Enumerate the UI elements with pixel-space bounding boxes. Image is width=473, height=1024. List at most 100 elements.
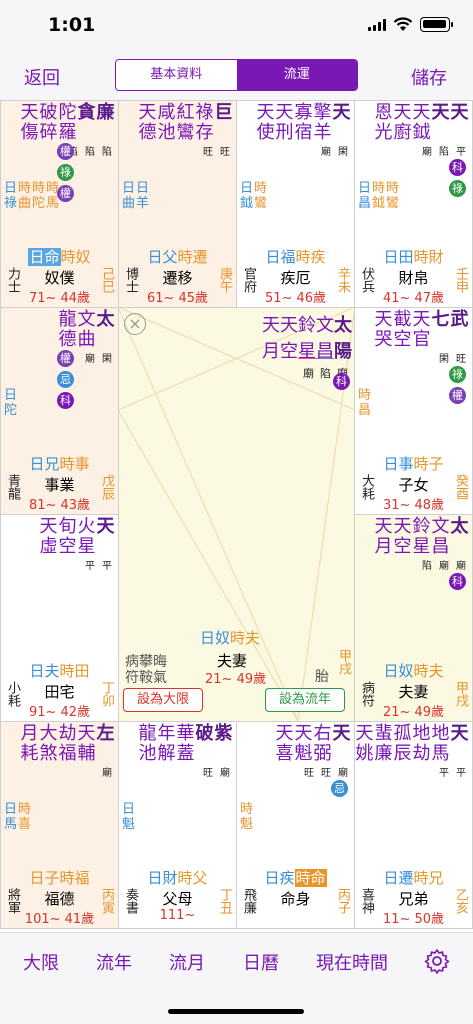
palace-cell[interactable]: 武七天官截空天哭閑旺祿權時昌日事時子 子女 31~ 48歲 大耗 癸酉 xyxy=(354,307,473,515)
palace-label: 日命時奴 xyxy=(28,248,91,266)
palace-cell[interactable]: 天擎羊寡宿天刑天使廟閑日鉞時鸞日福時疾 疾厄 51~ 46歲 官府 辛未 xyxy=(236,100,355,308)
ke-badge: 科 xyxy=(333,373,350,390)
close-icon[interactable]: × xyxy=(124,313,146,335)
save-button[interactable]: 儲存 xyxy=(411,64,447,90)
palace-label: 日事時子 xyxy=(383,455,444,473)
palace-cell[interactable]: 太文曲龍德廟閑權忌科日陀日兄時事 事業 81~ 43歲 青龍 戊辰 xyxy=(0,307,119,515)
hua-badge: 科 xyxy=(57,392,74,409)
palace-cell[interactable]: 天右弼天魁天喜旺旺廟忌時魁日疾時命 命身 飛廉 丙子 xyxy=(236,721,355,929)
minor-star: 文昌 xyxy=(431,516,450,557)
star-list: 左天輔劫福大煞月耗 xyxy=(20,724,115,764)
back-button[interactable]: 返回 xyxy=(24,64,60,90)
minor-star: 大煞 xyxy=(39,723,58,764)
tab-liunian[interactable]: 流年 xyxy=(96,949,132,975)
minor-star: 龍池 xyxy=(138,723,157,764)
center-stem: 甲戌 xyxy=(336,649,351,675)
palace-cell[interactable]: 廉貪陀羅破碎天傷陷陷陷權祿權日祿時曲時陀時馬日命時奴奴僕71~ 44歲力士己巳 xyxy=(0,100,119,308)
main-star: 武 xyxy=(450,309,469,330)
main-star: 破 xyxy=(195,723,214,744)
minor-star: 天傷 xyxy=(20,102,39,143)
minor-star: 擎羊 xyxy=(313,102,332,143)
god-label: 大耗 xyxy=(359,474,374,500)
minor-star: 天姚 xyxy=(355,723,374,764)
minor-star: 天月 xyxy=(374,516,393,557)
hua-badge: 祿 xyxy=(449,180,466,197)
main-star: 巨 xyxy=(214,102,233,123)
god-label: 伏兵 xyxy=(359,267,374,293)
main-star: 廉 xyxy=(96,102,115,123)
god-label: 官府 xyxy=(241,267,256,293)
hua-badge: 忌 xyxy=(331,780,348,797)
star-list: 天火星旬空天虛 xyxy=(39,517,115,557)
palace-cell[interactable]: 巨祿存紅鸞咸池天德旺旺日曲日羊日父時遷 遷移 61~ 45歲 博士 庚午 xyxy=(118,100,237,308)
god-label: 博士 xyxy=(123,267,138,293)
minor-star: 地劫 xyxy=(412,723,431,764)
hua-badge: 權 xyxy=(57,185,74,202)
god-label: 飛廉 xyxy=(241,888,256,914)
wifi-icon xyxy=(393,17,413,31)
main-star: 天 xyxy=(450,723,469,744)
palace-cell[interactable]: 天天天鉞天廚恩光廟陷平科祿日昌時鉞時鸞日田時財 財帛 41~ 47歲 伏兵 壬申 xyxy=(354,100,473,308)
star-list: 武七天官截空天哭 xyxy=(374,310,469,350)
center-taisui: 胎 xyxy=(315,669,329,685)
tab-liuyue[interactable]: 流月 xyxy=(169,949,205,975)
stem-branch: 戊辰 xyxy=(99,474,114,500)
tab-calendar[interactable]: 日曆 xyxy=(243,949,279,975)
minor-star: 寡宿 xyxy=(294,102,313,143)
period-stars: 日鉞時鸞 xyxy=(240,181,268,211)
palace-cell[interactable]: 天火星旬空天虛平平日夫時田 田宅 91~ 42歲 小耗 丁卯 xyxy=(0,514,119,722)
palace-label: 日福時疾 xyxy=(265,248,326,266)
star-list: 天擎羊寡宿天刑天使 xyxy=(256,103,351,143)
palace-label: 日夫時田 xyxy=(29,662,90,680)
minor-star: 年解 xyxy=(157,723,176,764)
home-indicator xyxy=(168,1009,304,1014)
center-stars-row2: 月空星昌陽 xyxy=(262,341,352,362)
gear-icon[interactable] xyxy=(424,948,450,974)
star-list: 廉貪陀羅破碎天傷 xyxy=(20,103,115,143)
tab-basic-info[interactable]: 基本資料 xyxy=(116,60,237,90)
stem-branch: 甲戌 xyxy=(453,681,468,707)
star-list: 太文曲龍德 xyxy=(58,310,115,350)
battery-icon xyxy=(420,17,453,32)
brightness-row: 旺旺廟 xyxy=(304,768,348,779)
palace-cell[interactable]: 紫破華蓋年解龍池旺廟日魁日財時父 父母 111~ 奏書 丁丑 xyxy=(118,721,237,929)
tab-daxian[interactable]: 大限 xyxy=(23,949,59,975)
main-star: 天 xyxy=(96,516,115,537)
minor-star: 地馬 xyxy=(431,723,450,764)
minor-star: 天空 xyxy=(393,516,412,557)
hua-badge: 忌 xyxy=(57,371,74,388)
minor-star: 紅鸞 xyxy=(176,102,195,143)
hua-badge: 科 xyxy=(449,159,466,176)
set-liunian-button[interactable]: 設為流年 xyxy=(265,688,345,712)
palace-cell[interactable]: 左天輔劫福大煞月耗廟日馬時喜日子時福 福德 101~ 41歲 將軍 丙寅 xyxy=(0,721,119,929)
center-stars-row1: 天天鈴文太 xyxy=(262,315,352,336)
brightness-row: 廟閑 xyxy=(85,354,112,365)
hua-badge: 權 xyxy=(449,387,466,404)
tab-now[interactable]: 現在時間 xyxy=(316,949,388,975)
minor-star: 月耗 xyxy=(20,723,39,764)
god-label: 喜神 xyxy=(359,888,374,914)
period-stars: 時昌 xyxy=(358,388,372,418)
palace-cell[interactable]: 天地馬地劫孤辰蜚廉天姚平平日遷時兄 兄弟 11~ 50歲 喜神 乙亥 xyxy=(354,721,473,929)
brightness-row: 陷廟廟 xyxy=(422,561,466,572)
minor-star: 恩光 xyxy=(374,102,393,143)
star-list: 太文昌鈴星天空天月 xyxy=(374,517,469,557)
minor-star: 咸池 xyxy=(157,102,176,143)
main-star: 貪 xyxy=(77,102,96,123)
segmented-control: 基本資料 流運 xyxy=(115,59,358,91)
palace-label: 日遷時兄 xyxy=(383,869,444,887)
hua-badge: 權 xyxy=(57,143,74,160)
set-daxian-button[interactable]: 設為大限 xyxy=(123,688,203,712)
hua-badge: 祿 xyxy=(57,164,74,181)
main-star: 紫 xyxy=(214,723,233,744)
palace-cell[interactable]: 太文昌鈴星天空天月陷廟廟科日奴時夫 夫妻 21~ 49歲 病符 甲戌 xyxy=(354,514,473,722)
main-star: 七 xyxy=(431,309,450,330)
tab-flow[interactable]: 流運 xyxy=(236,60,357,90)
palace-label: 日子時福 xyxy=(29,869,90,887)
stem-branch: 己巳 xyxy=(99,267,114,293)
star-list: 天右弼天魁天喜 xyxy=(275,724,351,764)
minor-star: 陀羅 xyxy=(58,102,77,143)
main-star: 太 xyxy=(450,516,469,537)
main-star: 天 xyxy=(332,102,351,123)
brightness-row: 廟 xyxy=(102,768,112,779)
